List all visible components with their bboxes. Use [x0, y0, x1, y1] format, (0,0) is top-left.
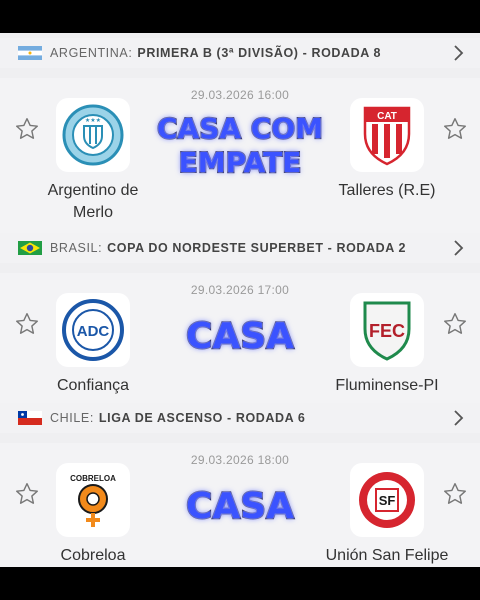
home-team-logo: ★★★ [56, 98, 130, 172]
svg-text:COBRELOA: COBRELOA [70, 474, 116, 483]
away-team-name: Fluminense-PI [335, 377, 439, 394]
svg-text:★★★: ★★★ [85, 117, 101, 124]
brazil-flag-icon [18, 241, 42, 255]
prediction-tip: CASA COM EMPATE [140, 111, 340, 180]
away-team-logo: SF [350, 463, 424, 537]
home-team-name: Argentino de Merlo [47, 182, 139, 221]
match-card[interactable]: 29.03.2026 17:00 ADC Confiança CASA FEC … [0, 273, 480, 403]
svg-text:CAT: CAT [377, 111, 397, 122]
league-competition: LIGA DE ASCENSO - RODADA 6 [98, 411, 306, 425]
match-list-screen: ARGENTINA: PRIMERA B (3ª DIVISÃO) - RODA… [0, 33, 480, 567]
away-team-logo: FEC [350, 293, 424, 367]
chevron-right-icon[interactable] [448, 43, 468, 63]
away-team-name: Talleres (R.E) [338, 182, 436, 199]
match-card[interactable]: 29.03.2026 16:00 ★★★ Argentino de Merlo … [0, 78, 480, 238]
league-competition: PRIMERA B (3ª DIVISÃO) - RODADA 8 [137, 46, 382, 60]
star-outline-icon[interactable] [14, 311, 40, 337]
argentina-flag-icon [18, 46, 42, 60]
match-card[interactable]: 29.03.2026 18:00 COBRELOA Cobreloa CASA … [0, 443, 480, 567]
league-competition: COPA DO NORDESTE SUPERBET - RODADA 2 [107, 241, 407, 255]
league-header-chile[interactable]: CHILE: LIGA DE ASCENSO - RODADA 6 [0, 403, 480, 433]
svg-text:SF: SF [379, 493, 396, 508]
away-team-logo: CAT [350, 98, 424, 172]
svg-text:FEC: FEC [369, 321, 405, 341]
star-outline-icon[interactable] [442, 311, 468, 337]
prediction-tip-line: CASA COM [156, 111, 324, 146]
svg-text:ADC: ADC [77, 323, 110, 340]
home-team-name: Confiança [56, 377, 130, 394]
league-header-brasil[interactable]: BRASIL: COPA DO NORDESTE SUPERBET - RODA… [0, 233, 480, 263]
star-outline-icon[interactable] [442, 481, 468, 507]
star-outline-icon[interactable] [14, 481, 40, 507]
home-team-logo: ADC [56, 293, 130, 367]
chile-flag-icon [18, 411, 42, 425]
prediction-tip-line: EMPATE [178, 145, 303, 180]
home-team-name: Cobreloa [60, 547, 126, 564]
away-team-name: Unión San Felipe [325, 547, 449, 564]
league-header-argentina[interactable]: ARGENTINA: PRIMERA B (3ª DIVISÃO) - RODA… [0, 38, 480, 68]
league-country: ARGENTINA: [50, 46, 133, 60]
league-country: CHILE: [50, 411, 94, 425]
home-team-logo: COBRELOA [56, 463, 130, 537]
prediction-tip: CASA [185, 485, 295, 528]
chevron-right-icon[interactable] [448, 238, 468, 258]
star-outline-icon[interactable] [442, 116, 468, 142]
league-country: BRASIL: [50, 241, 103, 255]
chevron-right-icon[interactable] [448, 408, 468, 428]
prediction-tip: CASA [185, 315, 295, 358]
star-outline-icon[interactable] [14, 116, 40, 142]
